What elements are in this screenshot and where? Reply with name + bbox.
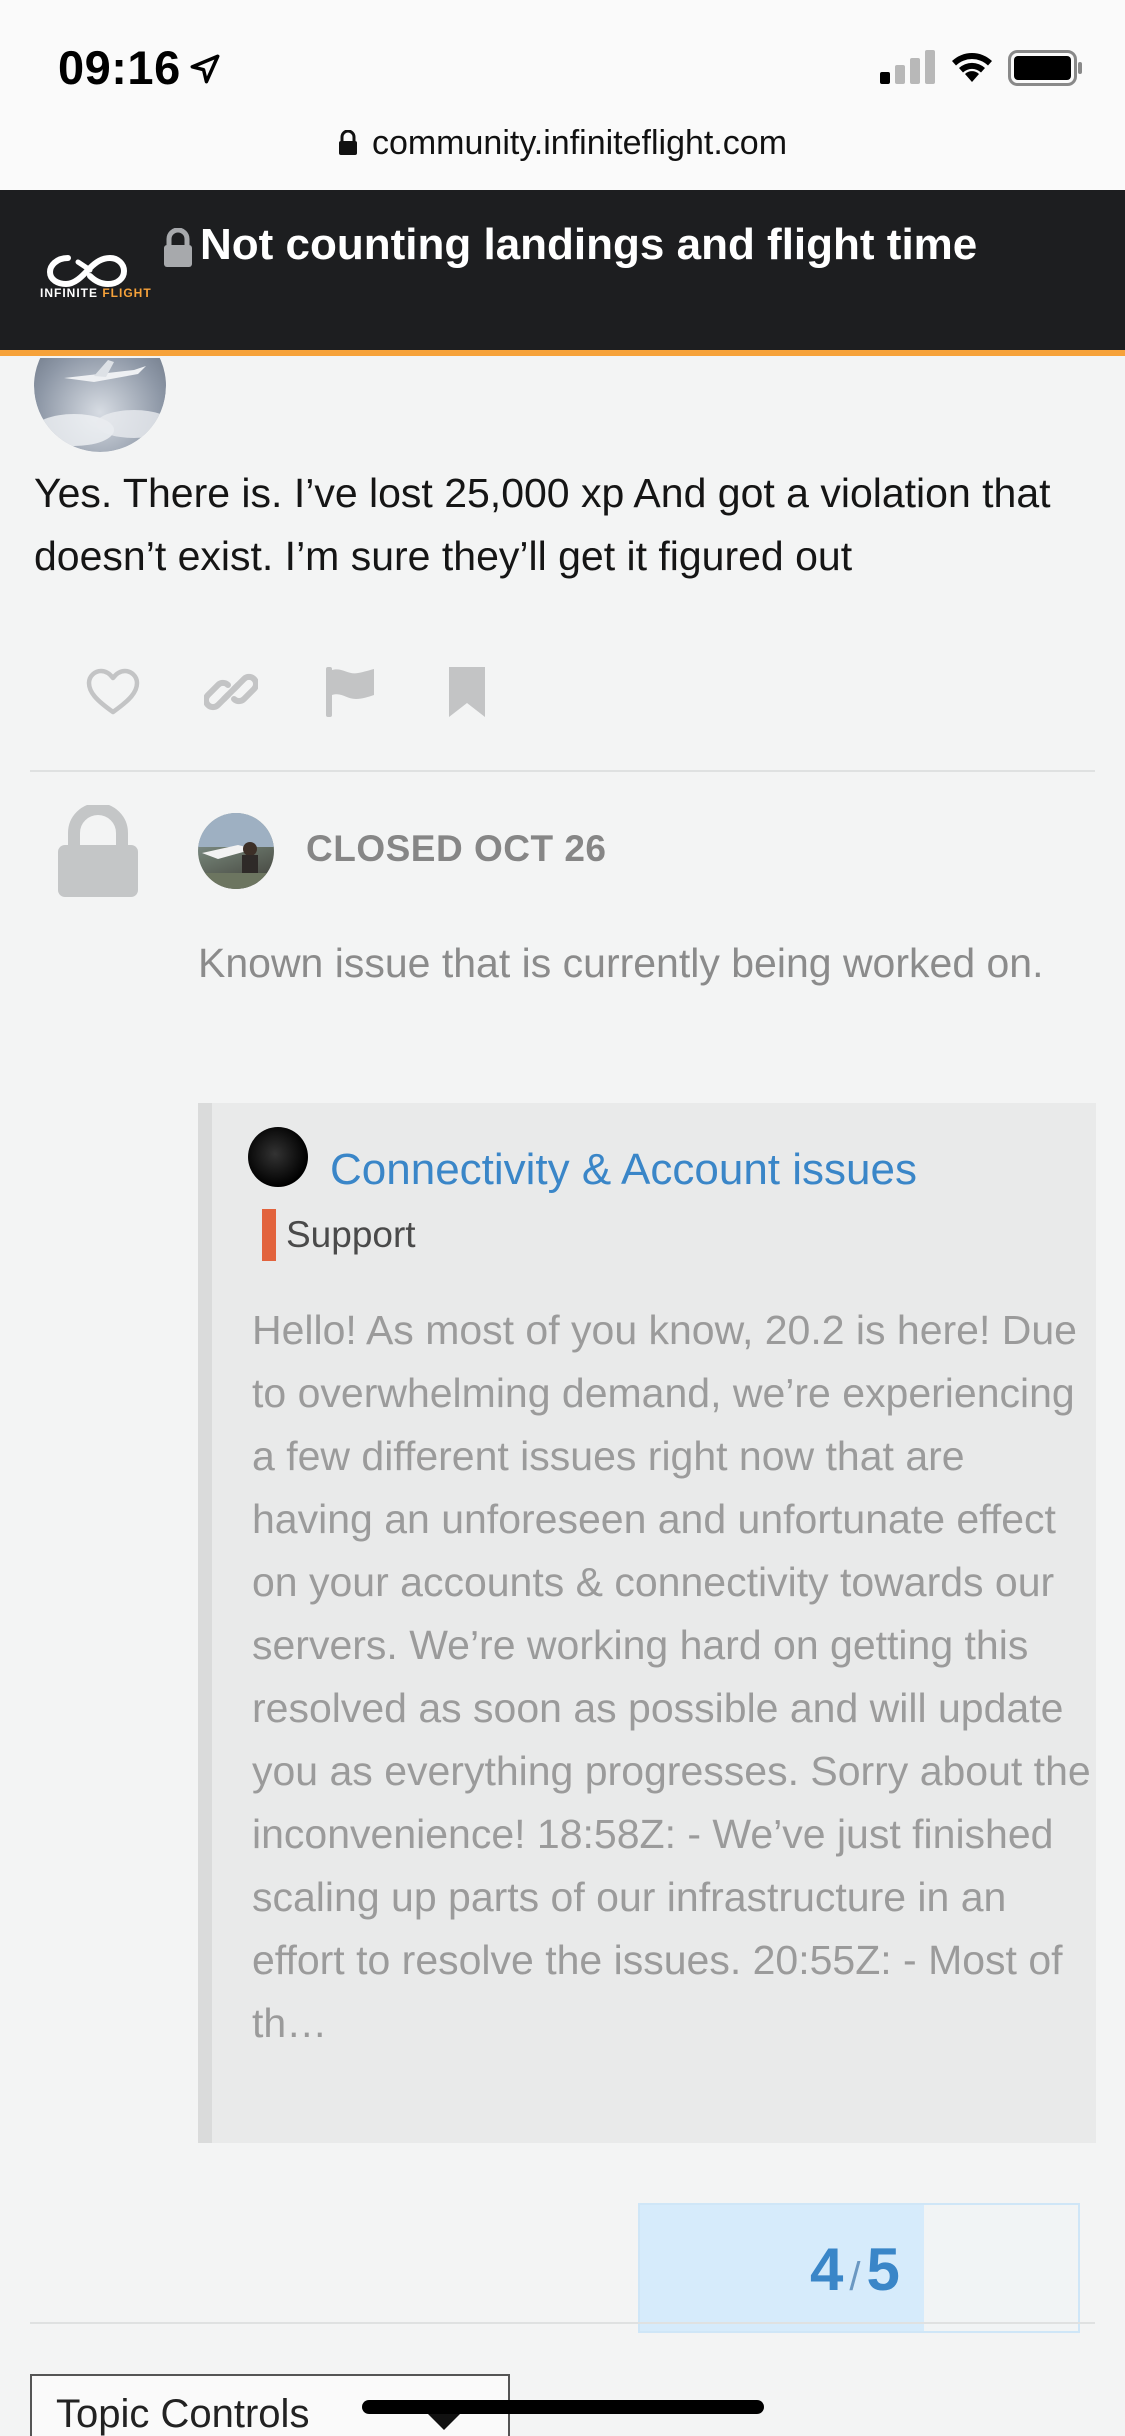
home-indicator[interactable] [362, 2400, 764, 2414]
post-divider [30, 770, 1095, 772]
link-icon [204, 673, 258, 711]
onebox-excerpt: Hello! As most of you know, 20.2 is here… [252, 1307, 1091, 2046]
url-text: community.infiniteflight.com [371, 123, 788, 162]
chevron-down-icon [428, 2414, 460, 2430]
person-avatar-icon [198, 813, 274, 889]
logo-text: INFINITE FLIGHT [40, 286, 152, 300]
location-arrow-icon [190, 54, 220, 84]
status-bar: 09:16 community.infiniteflight.com [0, 0, 1125, 190]
topic-controls-label: Topic Controls [56, 2391, 310, 2436]
site-header: INFINITE FLIGHT Not counting landings an… [0, 190, 1125, 356]
closed-by-avatar[interactable] [198, 813, 274, 889]
bookmark-icon [449, 667, 485, 717]
onebox-title-link[interactable]: Connectivity & Account issues [330, 1145, 917, 1195]
flag-button[interactable] [290, 660, 408, 724]
category-color-bar [262, 1209, 276, 1261]
category-name: Support [286, 1214, 416, 1255]
lock-icon [338, 130, 357, 155]
cellular-signal-icon [880, 50, 935, 84]
like-icon [86, 668, 140, 715]
topic-progress[interactable]: 4/5 [638, 2203, 1080, 2333]
post-body: Yes. There is. I’ve lost 25,000 xp And g… [34, 470, 1051, 579]
topic-lock-icon [164, 228, 192, 267]
onebox-avatar [248, 1127, 308, 1187]
progress-counter: 4/5 [810, 2236, 900, 2303]
closed-lock-icon [58, 805, 138, 897]
address-bar[interactable]: community.infiniteflight.com [0, 118, 1125, 168]
battery-icon [1008, 50, 1082, 86]
closed-label: CLOSED OCT 26 [306, 828, 607, 869]
topic-title[interactable]: Not counting landings and flight time [200, 220, 977, 270]
flag-icon [326, 667, 374, 717]
like-button[interactable] [54, 660, 172, 724]
bookmark-button[interactable] [408, 660, 526, 724]
closed-message: Known issue that is currently being work… [198, 940, 1044, 986]
clock: 09:16 [58, 41, 181, 94]
wifi-icon [952, 53, 992, 82]
linked-topic-onebox[interactable]: Connectivity & Account issues Support He… [198, 1103, 1096, 2143]
share-link-button[interactable] [172, 660, 290, 724]
category-badge[interactable]: Support [262, 1209, 416, 1261]
post-actions [54, 660, 526, 724]
footer-divider [30, 2322, 1095, 2324]
